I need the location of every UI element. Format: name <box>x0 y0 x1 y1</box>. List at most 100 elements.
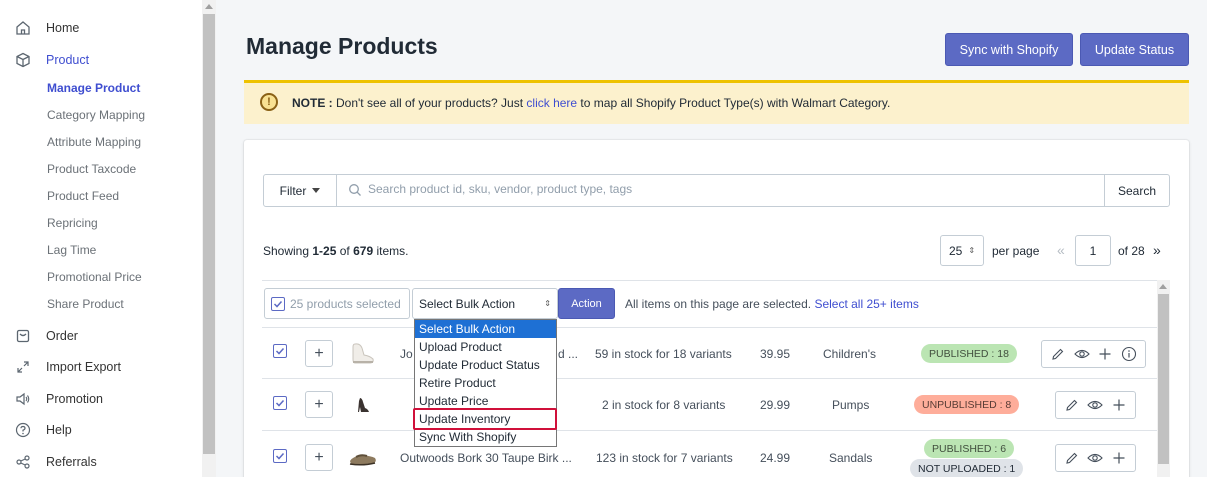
previous-page-button[interactable]: « <box>1057 242 1065 258</box>
row-checkbox[interactable] <box>273 396 287 410</box>
dropdown-option-select-bulk-action[interactable]: Select Bulk Action <box>415 320 556 338</box>
filter-button[interactable]: Filter <box>264 175 337 206</box>
sidebar-item-label: Import Export <box>46 360 122 374</box>
sidebar-item-label: Referrals <box>46 455 97 469</box>
status-badge: NOT UPLOADED : 1 <box>910 459 1024 477</box>
sync-with-shopify-button[interactable]: Sync with Shopify <box>945 33 1073 66</box>
plus-icon[interactable] <box>1109 448 1129 468</box>
dropdown-option-sync-with-shopify[interactable]: Sync With Shopify <box>415 428 556 446</box>
table-scrollbar-thumb[interactable] <box>1158 294 1169 464</box>
next-page-button[interactable]: » <box>1153 242 1161 258</box>
bulk-action-select[interactable]: Select Bulk Action ⇕ <box>412 288 558 319</box>
order-icon <box>14 327 32 345</box>
sidebar-subitem-repricing[interactable]: Repricing <box>47 216 98 230</box>
stock-info: 2 in stock for 8 variants <box>602 398 726 412</box>
highlight-box <box>413 408 557 430</box>
product-type: Sandals <box>829 451 873 465</box>
alert-icon: ! <box>260 93 278 111</box>
expand-arrows-icon <box>14 358 32 376</box>
update-status-button[interactable]: Update Status <box>1080 33 1189 66</box>
select-all-checkbox-group[interactable]: 25 products selected <box>264 288 410 319</box>
checkbox-checked-icon[interactable] <box>271 296 285 311</box>
sidebar-item-label: Help <box>46 423 72 437</box>
sidebar-subitem-attribute-mapping[interactable]: Attribute Mapping <box>47 135 141 149</box>
product-thumbnail <box>346 388 380 422</box>
per-page-label: per page <box>992 244 1040 258</box>
click-here-link[interactable]: click here <box>526 96 577 110</box>
caret-down-icon <box>312 188 321 193</box>
sidebar-item-label: Home <box>46 21 80 35</box>
product-thumbnail <box>346 336 380 370</box>
pencil-icon[interactable] <box>1062 448 1082 468</box>
per-page-select[interactable]: 25 ⇕ <box>940 235 984 266</box>
eye-icon[interactable] <box>1085 395 1105 415</box>
scroll-up-arrow-icon[interactable] <box>1159 284 1167 289</box>
page-number-input[interactable] <box>1075 235 1111 266</box>
info-icon[interactable] <box>1119 344 1139 364</box>
status-badge: PUBLISHED : 18 <box>921 344 1017 363</box>
product-type: Children's <box>823 347 876 361</box>
sidebar-subitem-manage-product[interactable]: Manage Product <box>47 81 140 95</box>
page-title: Manage Products <box>246 33 438 59</box>
stock-info: 59 in stock for 18 variants <box>595 347 732 361</box>
product-thumbnail <box>346 441 380 475</box>
product-name-tail: d ... <box>558 347 579 361</box>
filter-bar: Filter Search <box>263 174 1170 207</box>
sidebar-scrollbar-thumb[interactable] <box>203 14 215 454</box>
share-icon <box>14 453 32 471</box>
sidebar-subitem-product-taxcode[interactable]: Product Taxcode <box>47 162 136 176</box>
sidebar-subitem-share-product[interactable]: Share Product <box>47 297 124 311</box>
sidebar-item-label: Order <box>46 329 78 343</box>
search-icon <box>348 183 362 197</box>
price: 24.99 <box>760 451 791 465</box>
plus-icon[interactable] <box>1095 344 1115 364</box>
sidebar-item-label: Product <box>46 53 90 67</box>
note-text: NOTE : Don't see all of your products? J… <box>292 96 891 110</box>
expand-row-button[interactable]: + <box>305 444 333 471</box>
box-icon <box>14 51 32 69</box>
stock-info: 123 in stock for 7 variants <box>596 451 733 465</box>
total-pages: of 28 <box>1118 244 1145 258</box>
sidebar-item-label: Promotion <box>46 392 103 406</box>
search-button[interactable]: Search <box>1104 175 1169 206</box>
scroll-up-arrow-icon[interactable] <box>205 4 213 9</box>
showing-count: Showing 1-25 of 679 items. <box>263 244 409 258</box>
sidebar: Home Product Manage Product Category Map… <box>0 0 216 477</box>
row-checkbox[interactable] <box>273 344 287 358</box>
action-button[interactable]: Action <box>558 288 615 319</box>
pencil-icon[interactable] <box>1048 344 1068 364</box>
select-all-items-link[interactable]: Select all 25+ items <box>814 297 918 311</box>
price: 29.99 <box>760 398 791 412</box>
expand-row-button[interactable]: + <box>305 340 333 367</box>
home-icon <box>14 19 32 37</box>
updown-arrows-icon: ⇕ <box>544 299 551 308</box>
question-icon <box>14 421 32 439</box>
eye-icon[interactable] <box>1085 448 1105 468</box>
pencil-icon[interactable] <box>1062 395 1082 415</box>
sidebar-subitem-category-mapping[interactable]: Category Mapping <box>47 108 145 122</box>
row-actions <box>1055 391 1136 419</box>
product-type: Pumps <box>832 398 870 412</box>
plus-icon[interactable] <box>1109 395 1129 415</box>
product-name[interactable]: Outwoods Bork 30 Taupe Birk ... <box>400 451 572 465</box>
selected-count: 25 products selected <box>290 296 401 311</box>
sidebar-subitem-product-feed[interactable]: Product Feed <box>47 189 119 203</box>
all-selected-message: All items on this page are selected. Sel… <box>625 297 919 311</box>
row-actions <box>1055 444 1136 472</box>
note-banner: ! NOTE : Don't see all of your products?… <box>244 80 1189 124</box>
updown-arrows-icon: ⇕ <box>968 246 976 255</box>
price: 39.95 <box>760 347 791 361</box>
status-badge: UNPUBLISHED : 8 <box>914 395 1020 414</box>
sidebar-subitem-promotional-price[interactable]: Promotional Price <box>47 270 142 284</box>
dropdown-option-upload-product[interactable]: Upload Product <box>415 338 556 356</box>
sidebar-subitem-lag-time[interactable]: Lag Time <box>47 243 96 257</box>
speaker-icon <box>14 390 32 408</box>
row-checkbox[interactable] <box>273 449 287 463</box>
dropdown-option-retire-product[interactable]: Retire Product <box>415 374 556 392</box>
search-input[interactable] <box>368 182 1068 196</box>
status-badge: PUBLISHED : 6 <box>924 439 1015 458</box>
eye-icon[interactable] <box>1072 344 1092 364</box>
product-name[interactable]: Jo <box>400 347 413 361</box>
dropdown-option-update-product-status[interactable]: Update Product Status <box>415 356 556 374</box>
expand-row-button[interactable]: + <box>305 391 333 418</box>
